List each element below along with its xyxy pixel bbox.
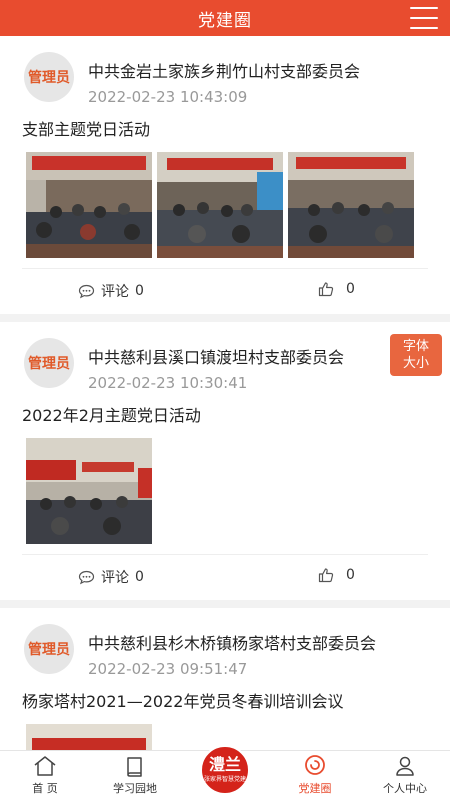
comment-count: 0 xyxy=(135,569,144,585)
comment-icon xyxy=(78,284,95,298)
font-size-line2: 大小 xyxy=(402,356,429,371)
post-text: 杨家塔村2021—2022年党员冬春训培训会议 xyxy=(22,692,344,711)
avatar-label: 管理员 xyxy=(28,642,70,658)
comment-label: 评论 xyxy=(101,284,129,300)
post-photos xyxy=(0,426,450,544)
post-text: 2022年2月主题党日活动 xyxy=(22,406,201,425)
avatar-label: 管理员 xyxy=(28,356,70,372)
post-card: 管理员 中共金岩土家族乡荆竹山村支部委员会 2022-02-23 10:43:0… xyxy=(0,36,450,314)
post-header: 管理员 中共慈利县溪口镇渡坦村支部委员会 2022-02-23 10:30:41 xyxy=(0,338,450,392)
app-screen: 党建圈 管理员 中共金岩土家族乡荆竹山村支部委员会 2022-02-23 10:… xyxy=(0,0,450,800)
post-photo[interactable] xyxy=(26,724,152,750)
party-circle-icon xyxy=(305,755,325,775)
book-icon xyxy=(127,757,142,777)
post-text: 支部主题党日活动 xyxy=(22,120,151,139)
post-actions: 评论 0 0 xyxy=(22,268,428,314)
home-icon xyxy=(34,756,56,776)
tab-home[interactable]: 首 页 xyxy=(0,751,90,800)
post-photo[interactable] xyxy=(26,152,152,258)
tab-label: 党建圈 xyxy=(298,782,332,795)
avatar: 管理员 xyxy=(24,624,74,674)
post-author: 中共慈利县溪口镇渡坦村支部委员会 xyxy=(88,348,345,367)
like-button[interactable]: 0 xyxy=(318,281,355,297)
logo-subtext: 张家界智慧党建 xyxy=(203,776,246,783)
app-logo: 澧兰 张家界智慧党建 xyxy=(200,745,250,795)
tab-profile[interactable]: 个人中心 xyxy=(360,751,450,800)
post-author: 中共慈利县杉木桥镇杨家塔村支部委员会 xyxy=(88,634,377,653)
tab-label: 首 页 xyxy=(32,782,58,795)
comment-count: 0 xyxy=(135,283,144,299)
post-photo[interactable] xyxy=(157,152,283,258)
post-card: 管理员 中共慈利县杉木桥镇杨家塔村支部委员会 2022-02-23 09:51:… xyxy=(0,608,450,750)
comment-icon xyxy=(78,570,95,584)
like-button[interactable]: 0 xyxy=(318,567,355,583)
post-header: 管理员 中共金岩土家族乡荆竹山村支部委员会 2022-02-23 10:43:0… xyxy=(0,52,450,106)
tab-label: 学习园地 xyxy=(113,782,157,795)
user-icon xyxy=(396,756,414,776)
avatar-label: 管理员 xyxy=(28,70,70,86)
menu-icon[interactable] xyxy=(410,7,438,29)
font-size-line1: 字体 xyxy=(402,339,429,354)
post-time: 2022-02-23 09:51:47 xyxy=(88,660,248,678)
font-size-button[interactable]: 字体 大小 xyxy=(390,334,442,376)
logo-text: 澧兰 xyxy=(208,755,241,774)
tab-study[interactable]: 学习园地 xyxy=(90,751,180,800)
thumbs-up-icon xyxy=(318,282,334,297)
post-photos xyxy=(0,140,450,258)
post-time: 2022-02-23 10:43:09 xyxy=(88,88,248,106)
post-header: 管理员 中共慈利县杉木桥镇杨家塔村支部委员会 2022-02-23 09:51:… xyxy=(0,624,450,678)
comment-button[interactable]: 评论 0 xyxy=(78,281,144,301)
tab-logo[interactable]: 澧兰 张家界智慧党建 xyxy=(180,745,270,800)
thumbs-up-icon xyxy=(318,568,334,583)
like-count: 0 xyxy=(346,567,355,583)
post-card: 管理员 中共慈利县溪口镇渡坦村支部委员会 2022-02-23 10:30:41… xyxy=(0,322,450,600)
avatar: 管理员 xyxy=(24,338,74,388)
post-time: 2022-02-23 10:30:41 xyxy=(88,374,248,392)
post-author: 中共金岩土家族乡荆竹山村支部委员会 xyxy=(88,62,361,81)
bottom-tab-bar: 首 页 学习园地 澧兰 张家界智慧党建 党建圈 个人中心 xyxy=(0,745,450,800)
post-actions: 评论 0 0 xyxy=(22,554,428,600)
comment-button[interactable]: 评论 0 xyxy=(78,567,144,587)
page-title: 党建圈 xyxy=(198,10,252,31)
post-photo[interactable] xyxy=(288,152,414,258)
avatar: 管理员 xyxy=(24,52,74,102)
post-feed[interactable]: 管理员 中共金岩土家族乡荆竹山村支部委员会 2022-02-23 10:43:0… xyxy=(0,36,450,750)
post-photo[interactable] xyxy=(26,438,152,544)
top-bar: 党建圈 xyxy=(0,0,450,36)
comment-label: 评论 xyxy=(101,570,129,586)
tab-label: 个人中心 xyxy=(383,782,427,795)
like-count: 0 xyxy=(346,281,355,297)
tab-party-circle[interactable]: 党建圈 xyxy=(270,751,360,800)
